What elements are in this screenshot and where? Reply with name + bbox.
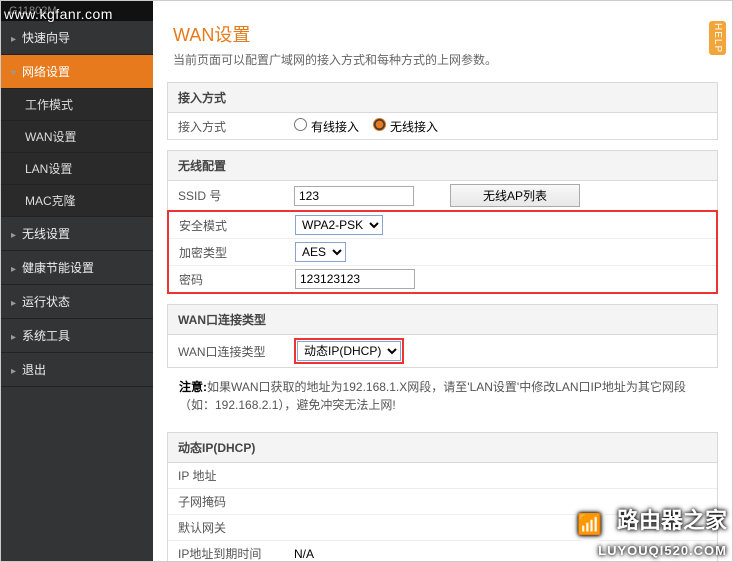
encrypt-type-select[interactable]: AES <box>295 242 346 262</box>
page-desc: 当前页面可以配置广域网的接入方式和每种方式的上网参数。 <box>173 51 732 68</box>
radio-wireless[interactable] <box>373 118 386 131</box>
nav-status[interactable]: 运行状态 <box>1 285 153 319</box>
ip-label: IP 地址 <box>168 463 288 488</box>
security-mode-label: 安全模式 <box>169 213 289 238</box>
help-button[interactable]: HELP <box>709 21 726 55</box>
watermark-logo-icon: 📶 <box>572 507 608 543</box>
radio-wired[interactable] <box>294 118 307 131</box>
watermark-zh: 路由器之家 <box>617 508 727 533</box>
nav-exit[interactable]: 退出 <box>1 353 153 387</box>
password-label: 密码 <box>169 267 289 292</box>
ap-list-button[interactable]: 无线AP列表 <box>450 184 580 207</box>
access-mode-label: 接入方式 <box>168 114 288 139</box>
nav-network-settings[interactable]: 网络设置 <box>1 55 153 89</box>
radio-wireless-label: 无线接入 <box>390 120 438 134</box>
section-wifi: 无线配置 SSID 号 无线AP列表 安全模式 WPA2-PSK 加密类型 AE… <box>167 150 718 294</box>
sub-mac-clone[interactable]: MAC克隆 <box>1 185 153 217</box>
wifi-highlight: 安全模式 WPA2-PSK 加密类型 AES 密码 <box>167 210 718 294</box>
nav-quick-guide[interactable]: 快速向导 <box>1 21 153 55</box>
page-title: WAN设置 <box>173 21 732 47</box>
radio-wireless-wrap[interactable]: 无线接入 <box>373 118 438 135</box>
gw-label: 默认网关 <box>168 515 288 540</box>
section-dhcp-header: 动态IP(DHCP) <box>168 433 717 463</box>
mask-label: 子网掩码 <box>168 489 288 514</box>
wan-note-bold: 注意: <box>179 380 207 394</box>
section-wan-header: WAN口连接类型 <box>168 305 717 335</box>
section-wan-type: WAN口连接类型 WAN口连接类型 动态IP(DHCP) <box>167 304 718 368</box>
security-mode-select[interactable]: WPA2-PSK <box>295 215 383 235</box>
nav-tools[interactable]: 系统工具 <box>1 319 153 353</box>
ssid-input[interactable] <box>294 186 414 206</box>
radio-wired-label: 有线接入 <box>311 120 359 134</box>
lease-label: IP地址到期时间 <box>168 541 288 561</box>
wan-note: 注意:如果WAN口获取的地址为192.168.1.X网段，请至'LAN设置'中修… <box>167 374 718 422</box>
sub-work-mode[interactable]: 工作模式 <box>1 89 153 121</box>
sidebar: G11802M 快速向导 网络设置 工作模式 WAN设置 LAN设置 MAC克隆… <box>1 1 153 561</box>
watermark-bottom: 📶 路由器之家 LUYOUQI520.COM <box>572 503 727 558</box>
watermark-top: www.kgfanr.com <box>4 6 113 22</box>
main-panel: HELP WAN设置 当前页面可以配置广域网的接入方式和每种方式的上网参数。 接… <box>153 1 732 561</box>
encrypt-type-label: 加密类型 <box>169 240 289 265</box>
ssid-label: SSID 号 <box>168 183 288 208</box>
app-frame: G11802M 快速向导 网络设置 工作模式 WAN设置 LAN设置 MAC克隆… <box>0 0 733 562</box>
sub-lan-settings[interactable]: LAN设置 <box>1 153 153 185</box>
radio-wired-wrap[interactable]: 有线接入 <box>294 118 359 135</box>
watermark-en: LUYOUQI520.COM <box>598 543 727 558</box>
section-access-header: 接入方式 <box>168 83 717 113</box>
section-access: 接入方式 接入方式 有线接入 无线接入 <box>167 82 718 140</box>
wan-type-select[interactable]: 动态IP(DHCP) <box>297 341 401 361</box>
wan-type-label: WAN口连接类型 <box>168 339 288 364</box>
sub-wan-settings[interactable]: WAN设置 <box>1 121 153 153</box>
wan-note-text: 如果WAN口获取的地址为192.168.1.X网段，请至'LAN设置'中修改LA… <box>179 380 686 412</box>
nav-wireless[interactable]: 无线设置 <box>1 217 153 251</box>
nav-energy[interactable]: 健康节能设置 <box>1 251 153 285</box>
section-wifi-header: 无线配置 <box>168 151 717 181</box>
password-input[interactable] <box>295 269 415 289</box>
